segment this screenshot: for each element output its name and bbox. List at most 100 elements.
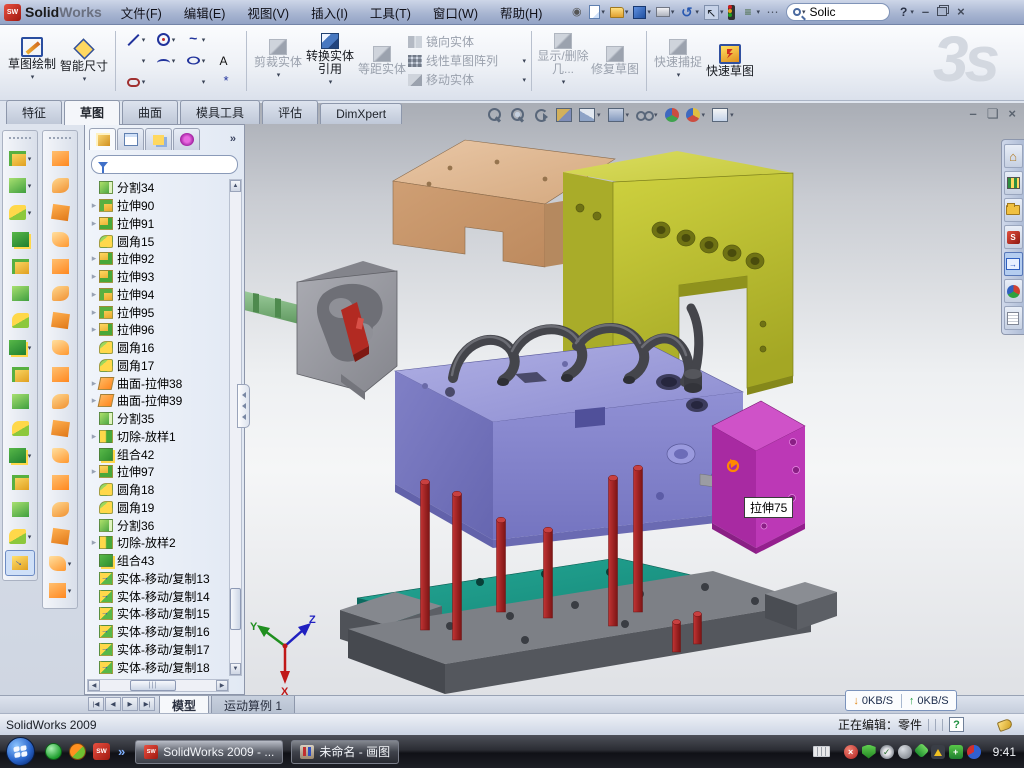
镜向实体-button[interactable]: 镜向实体: [408, 33, 526, 50]
tree-item[interactable]: ▸拉伸93: [87, 268, 229, 286]
appearances-button[interactable]: [1004, 279, 1023, 303]
horizontal-scrollbar[interactable]: ◀ ||| ▶: [87, 679, 229, 692]
chevron-down-icon[interactable]: ▾: [695, 8, 699, 16]
indent-button[interactable]: [3, 253, 37, 280]
reference-geometry-button[interactable]: [3, 496, 37, 523]
tab-模具工具[interactable]: 模具工具: [180, 100, 260, 124]
chevron-down-icon[interactable]: ▾: [202, 78, 206, 86]
sketch-button[interactable]: 草图绘制 ▾: [6, 35, 58, 86]
polygon-button[interactable]: [151, 75, 181, 88]
chevron-down-icon[interactable]: ▾: [28, 533, 32, 541]
help-chevron-icon[interactable]: ▾: [910, 8, 914, 16]
tree-item[interactable]: ▸曲面-拉伸38: [87, 374, 229, 392]
status-help-button[interactable]: ?: [949, 717, 964, 732]
chevron-down-icon[interactable]: ▾: [702, 111, 706, 119]
taskbar-clock[interactable]: 9:41: [993, 745, 1016, 759]
tab-configurationmanager[interactable]: [145, 128, 172, 150]
point-button[interactable]: *: [211, 75, 241, 88]
extruded-boss-button[interactable]: ▾: [3, 145, 37, 172]
trimmed-surface-button[interactable]: [43, 199, 77, 226]
menu-item[interactable]: 编辑(E): [173, 0, 237, 24]
chevron-down-icon[interactable]: ▾: [720, 8, 724, 16]
zoom-area-button[interactable]: [508, 106, 528, 124]
chevron-down-icon[interactable]: ▾: [142, 78, 146, 86]
tree-item[interactable]: 组合43: [87, 552, 229, 570]
delete-body-button[interactable]: ▾: [3, 442, 37, 469]
volume-icon[interactable]: [898, 745, 912, 759]
knob-cylinder[interactable]: [684, 369, 702, 393]
design-library-button[interactable]: [1004, 171, 1023, 195]
tree-item[interactable]: 分割35: [87, 410, 229, 428]
chevron-down-icon[interactable]: ▾: [671, 8, 675, 16]
tree-item[interactable]: ▸切除-放样1: [87, 428, 229, 446]
arc-button[interactable]: ▾: [151, 55, 181, 67]
chevron-down-icon[interactable]: ▾: [68, 560, 72, 568]
thicken-button[interactable]: [43, 361, 77, 388]
minimize-icon[interactable]: –: [922, 5, 929, 19]
shield-plus-icon[interactable]: +: [949, 745, 963, 759]
sw-icon[interactable]: SW: [93, 743, 110, 760]
menu-item[interactable]: 帮助(H): [489, 0, 553, 24]
scroll-right-icon[interactable]: ▶: [216, 680, 228, 691]
tree-item[interactable]: 实体-移动/复制18: [87, 658, 229, 676]
extend-surface-button[interactable]: [43, 388, 77, 415]
tree-item[interactable]: ▸拉伸92: [87, 250, 229, 268]
sketch-fillet-button[interactable]: ▾: [181, 75, 211, 88]
tree-item[interactable]: 组合42: [87, 445, 229, 463]
plugin-gear-icon[interactable]: ✓: [880, 745, 894, 759]
restore-icon[interactable]: ❏: [987, 107, 999, 121]
slot-button[interactable]: ▾: [121, 76, 151, 87]
tree-item[interactable]: 实体-移动/复制13: [87, 570, 229, 588]
offset-surface-button[interactable]: [43, 280, 77, 307]
nav-next-button[interactable]: ▶: [122, 697, 138, 711]
tree-item[interactable]: 圆角18: [87, 481, 229, 499]
part-carrier-clamp[interactable]: [297, 261, 397, 400]
spline-button[interactable]: ~▾: [181, 33, 211, 46]
messenger-icon[interactable]: [45, 743, 62, 760]
dome-button[interactable]: ▾: [43, 550, 77, 577]
menu-item[interactable]: 插入(I): [300, 0, 359, 24]
tree-item[interactable]: 实体-移动/复制17: [87, 641, 229, 659]
graphics-viewport[interactable]: Y Z X ▾▾▾▾▾ – ❏ × 拉伸75 ⌂S: [245, 103, 1024, 695]
extruded-cut-button[interactable]: ▾: [3, 172, 37, 199]
fillet-button[interactable]: ▾: [3, 199, 37, 226]
taskbar-window-solidworks[interactable]: SWSolidWorks 2009 - ...: [135, 740, 283, 764]
tab-曲面[interactable]: 曲面: [122, 100, 178, 124]
combine-bodies-button[interactable]: [3, 361, 37, 388]
delete-face-button[interactable]: [43, 415, 77, 442]
expand-icon[interactable]: ▸: [89, 466, 99, 477]
open-button[interactable]: ▾: [608, 2, 631, 22]
nav-prev-button[interactable]: ◀: [105, 697, 121, 711]
chevron-down-icon[interactable]: ▾: [625, 8, 629, 16]
chevron-down-icon[interactable]: ▾: [601, 8, 605, 16]
rapid-sketch-button[interactable]: 快速草图: [704, 42, 756, 80]
tree-item[interactable]: ▸曲面-拉伸39: [87, 392, 229, 410]
tree-item[interactable]: 实体-移动/复制15: [87, 605, 229, 623]
tree-item[interactable]: 分割36: [87, 516, 229, 534]
tree-item[interactable]: 实体-移动/复制14: [87, 587, 229, 605]
undo-button[interactable]: ↺▾: [677, 2, 701, 22]
lofted-surface-button[interactable]: [43, 226, 77, 253]
tab-评估[interactable]: 评估: [262, 100, 318, 124]
expand-icon[interactable]: ▸: [89, 537, 99, 548]
input-method-icon[interactable]: [813, 746, 830, 757]
warning-icon[interactable]: [931, 745, 945, 759]
restore-icon[interactable]: [937, 5, 949, 16]
chevron-down-icon[interactable]: ▾: [730, 111, 734, 119]
display-style-button[interactable]: ▾: [606, 106, 632, 124]
chevron-down-icon[interactable]: ▾: [202, 57, 206, 65]
tree-item[interactable]: 圆角15: [87, 232, 229, 250]
menu-item[interactable]: 窗口(W): [422, 0, 489, 24]
menu-item[interactable]: 工具(T): [359, 0, 422, 24]
expand-icon[interactable]: ▸: [89, 289, 99, 300]
revolved-surface-button[interactable]: [43, 172, 77, 199]
edit-appearance-button[interactable]: [663, 106, 681, 124]
chevron-down-icon[interactable]: ▾: [277, 69, 281, 82]
close-icon[interactable]: ×: [1008, 107, 1016, 121]
display-delete-relations-button[interactable]: 显示/删除几... ▾: [537, 31, 589, 91]
tree-item[interactable]: 圆角17: [87, 357, 229, 375]
network-speed-widget[interactable]: ↓ 0KB/S ↑ 0KB/S: [845, 690, 957, 711]
select-button[interactable]: ↖▾: [702, 2, 726, 22]
chevron-down-icon[interactable]: ▾: [562, 76, 566, 89]
print-button[interactable]: ▾: [654, 2, 677, 22]
